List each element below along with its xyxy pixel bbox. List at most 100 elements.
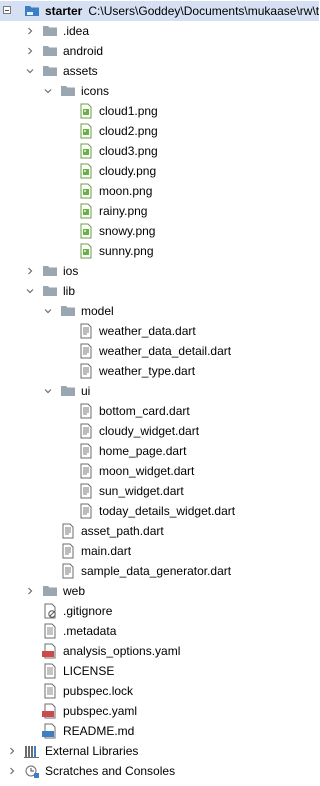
chevron-right-icon[interactable] bbox=[24, 21, 36, 41]
image-file-icon bbox=[78, 203, 94, 219]
tree-file-dart[interactable]: weather_data_detail.dart bbox=[0, 341, 320, 361]
tree-file-gitignore[interactable]: .gitignore bbox=[0, 601, 320, 621]
dart-file-icon bbox=[78, 443, 94, 459]
tree-file-dart[interactable]: weather_data.dart bbox=[0, 321, 320, 341]
tree-folder-android[interactable]: android bbox=[0, 41, 320, 61]
project-path: C:\Users\Goddey\Documents\mukaase\rw\t bbox=[88, 4, 319, 18]
chevron-right-icon[interactable] bbox=[24, 581, 36, 601]
dart-file-icon bbox=[60, 543, 76, 559]
tree-file-png[interactable]: cloud1.png bbox=[0, 101, 320, 121]
folder-icon bbox=[60, 303, 76, 319]
tree-file-dart[interactable]: home_page.dart bbox=[0, 441, 320, 461]
tree-label: Scratches and Consoles bbox=[45, 764, 176, 778]
tree-file-png[interactable]: moon.png bbox=[0, 181, 320, 201]
tree-label: today_details_widget.dart bbox=[99, 504, 236, 518]
image-file-icon bbox=[78, 223, 94, 239]
folder-icon bbox=[42, 583, 58, 599]
tree-label: pubspec.yaml bbox=[63, 704, 138, 718]
tree-folder-ui[interactable]: ui bbox=[0, 381, 320, 401]
tree-label: cloud2.png bbox=[99, 124, 158, 138]
gitignore-file-icon bbox=[42, 603, 58, 619]
tree-label: weather_data_detail.dart bbox=[99, 344, 232, 358]
chevron-down-icon[interactable] bbox=[42, 381, 54, 401]
dart-file-icon bbox=[78, 403, 94, 419]
folder-icon bbox=[60, 383, 76, 399]
tree-file-dart[interactable]: cloudy_widget.dart bbox=[0, 421, 320, 441]
tree-label: asset_path.dart bbox=[81, 524, 164, 538]
chevron-down-icon[interactable] bbox=[42, 301, 54, 321]
tree-label: cloud1.png bbox=[99, 104, 158, 118]
tree-folder-web[interactable]: web bbox=[0, 581, 320, 601]
tree-label: analysis_options.yaml bbox=[63, 644, 181, 658]
scratches-icon bbox=[24, 763, 40, 779]
dart-file-icon bbox=[60, 523, 76, 539]
text-file-icon bbox=[42, 623, 58, 639]
tree-label: LICENSE bbox=[63, 664, 115, 678]
tree-file-metadata[interactable]: .metadata bbox=[0, 621, 320, 641]
tree-file-dart[interactable]: bottom_card.dart bbox=[0, 401, 320, 421]
dart-file-icon bbox=[60, 563, 76, 579]
tree-file-dart[interactable]: sun_widget.dart bbox=[0, 481, 320, 501]
tree-label: External Libraries bbox=[45, 744, 139, 758]
chevron-right-icon[interactable] bbox=[24, 261, 36, 281]
tree-file-dart[interactable]: today_details_widget.dart bbox=[0, 501, 320, 521]
tree-file-yaml[interactable]: pubspec.yaml bbox=[0, 701, 320, 721]
image-file-icon bbox=[78, 183, 94, 199]
tree-folder-idea[interactable]: .idea bbox=[0, 21, 320, 41]
tree-file-yaml[interactable]: analysis_options.yaml bbox=[0, 641, 320, 661]
tree-label: sample_data_generator.dart bbox=[81, 564, 232, 578]
image-file-icon bbox=[78, 103, 94, 119]
tree-label: .idea bbox=[63, 24, 90, 38]
tree-scratches[interactable]: Scratches and Consoles bbox=[0, 761, 320, 781]
tree-label: .gitignore bbox=[63, 604, 113, 618]
tree-file-dart[interactable]: moon_widget.dart bbox=[0, 461, 320, 481]
tree-label: README.md bbox=[63, 724, 135, 738]
chevron-down-icon[interactable] bbox=[24, 281, 36, 301]
image-file-icon bbox=[78, 243, 94, 259]
tree-label: cloudy_widget.dart bbox=[99, 424, 200, 438]
folder-icon bbox=[42, 63, 58, 79]
tree-file-png[interactable]: snowy.png bbox=[0, 221, 320, 241]
image-file-icon bbox=[78, 163, 94, 179]
tree-file-dart[interactable]: main.dart bbox=[0, 541, 320, 561]
tree-file-dart[interactable]: asset_path.dart bbox=[0, 521, 320, 541]
tree-file-png[interactable]: rainy.png bbox=[0, 201, 320, 221]
tree-folder-model[interactable]: model bbox=[0, 301, 320, 321]
yaml-file-icon bbox=[42, 703, 58, 719]
folder-icon bbox=[42, 23, 58, 39]
chevron-down-icon[interactable] bbox=[42, 81, 54, 101]
tree-file-png[interactable]: cloud3.png bbox=[0, 141, 320, 161]
tree-file-png[interactable]: cloudy.png bbox=[0, 161, 320, 181]
libraries-icon bbox=[24, 743, 40, 759]
module-folder-icon bbox=[24, 3, 40, 19]
text-file-icon bbox=[42, 663, 58, 679]
tree-label: sun_widget.dart bbox=[99, 484, 184, 498]
tree-folder-ios[interactable]: ios bbox=[0, 261, 320, 281]
tree-file-png[interactable]: sunny.png bbox=[0, 241, 320, 261]
chevron-right-icon[interactable] bbox=[24, 41, 36, 61]
chevron-down-icon[interactable] bbox=[24, 61, 36, 81]
tree-external-libraries[interactable]: External Libraries bbox=[0, 741, 320, 761]
tree-file-dart[interactable]: weather_type.dart bbox=[0, 361, 320, 381]
chevron-right-icon[interactable] bbox=[6, 761, 18, 781]
tree-file-png[interactable]: cloud2.png bbox=[0, 121, 320, 141]
tree-file-lock[interactable]: pubspec.lock bbox=[0, 681, 320, 701]
tree-label: sunny.png bbox=[99, 244, 154, 258]
tree-label: android bbox=[63, 44, 104, 58]
tree-folder-assets[interactable]: assets bbox=[0, 61, 320, 81]
chevron-right-icon[interactable] bbox=[6, 741, 18, 761]
dart-file-icon bbox=[78, 363, 94, 379]
tree-folder-icons[interactable]: icons bbox=[0, 81, 320, 101]
tree-file-md[interactable]: README.md bbox=[0, 721, 320, 741]
tree-file-dart[interactable]: sample_data_generator.dart bbox=[0, 561, 320, 581]
tree-label: moon.png bbox=[99, 184, 153, 198]
tree-label: .metadata bbox=[63, 624, 117, 638]
tree-file-license[interactable]: LICENSE bbox=[0, 661, 320, 681]
dart-file-icon bbox=[78, 343, 94, 359]
yaml-file-icon bbox=[42, 643, 58, 659]
project-root-row[interactable]: starter C:\Users\Goddey\Documents\mukaas… bbox=[0, 1, 319, 21]
tree-label: ui bbox=[81, 384, 91, 398]
folder-icon bbox=[60, 83, 76, 99]
tree-folder-lib[interactable]: lib bbox=[0, 281, 320, 301]
collapse-icon[interactable] bbox=[3, 6, 11, 14]
